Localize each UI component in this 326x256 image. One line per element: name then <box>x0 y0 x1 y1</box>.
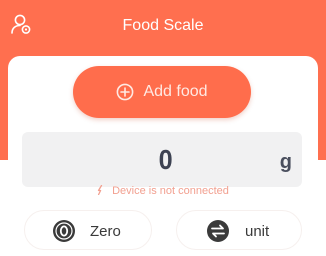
zero-label: Zero <box>90 222 121 240</box>
weight-display: 0 g <box>22 132 302 187</box>
connection-status-text: Device is not connected <box>112 185 229 197</box>
plus-circle-icon <box>117 83 134 101</box>
zero-icon <box>53 220 75 242</box>
connection-status: Device is not connected <box>0 185 326 198</box>
unit-button[interactable]: unit <box>206 213 269 249</box>
add-food-label: Add food <box>143 83 208 100</box>
weight-value: 0 <box>158 144 173 175</box>
zero-button[interactable]: Zero <box>52 213 121 249</box>
weight-unit: g <box>279 151 292 173</box>
unit-label: unit <box>245 222 270 240</box>
warning-icon <box>97 185 103 195</box>
page-title: Food Scale <box>122 17 204 34</box>
add-food-button[interactable]: Add food <box>73 66 251 118</box>
swap-arrows-icon <box>207 220 229 242</box>
